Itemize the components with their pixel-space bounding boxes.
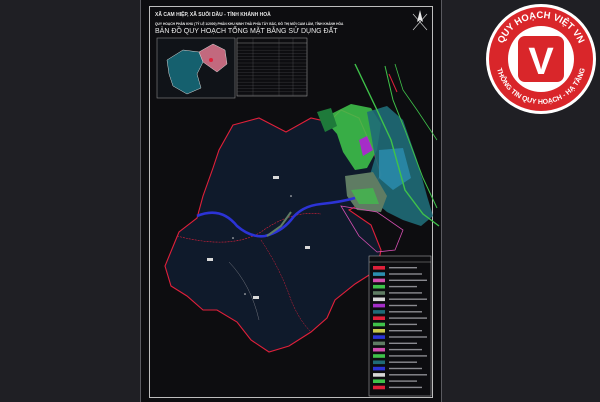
legend-label-line — [389, 304, 417, 307]
legend-label-line — [389, 355, 427, 357]
legend-swatch — [373, 385, 385, 390]
legend-label-line — [389, 336, 427, 338]
legend-swatch — [373, 335, 385, 339]
legend-swatch — [373, 341, 385, 346]
logo-letter: V — [528, 41, 554, 83]
legend-swatch — [373, 297, 385, 302]
legend-label-line — [389, 386, 422, 389]
legend-label-line — [389, 273, 422, 275]
legend-swatch — [373, 272, 385, 276]
place-marker — [273, 176, 279, 179]
legend-swatch — [373, 329, 385, 333]
place-marker — [207, 258, 213, 261]
legend-label-line — [389, 342, 417, 344]
quy-hoach-viet-logo: QUY HOẠCH VIỆT VN THÔNG TIN QUY HOẠCH - … — [486, 4, 596, 114]
legend-swatch — [373, 322, 385, 327]
legend-label-line — [389, 330, 422, 332]
legend-swatch — [373, 373, 385, 377]
legend-swatch — [373, 278, 385, 283]
legend-swatch — [373, 354, 385, 358]
legend-label-line — [389, 285, 417, 288]
legend-label-line — [389, 380, 417, 382]
legend-swatch — [373, 379, 385, 383]
legend-swatch — [373, 347, 385, 352]
location-inset-map — [156, 37, 236, 99]
legend-label-line — [389, 267, 417, 269]
legend-swatch — [373, 303, 385, 308]
land-use-map — [156, 10, 440, 397]
legend-swatch — [373, 310, 385, 314]
legend-swatch — [373, 316, 385, 320]
legend-label-line — [389, 317, 427, 319]
legend-label-line — [389, 374, 427, 376]
legend-swatch — [373, 266, 385, 270]
legend-label-line — [389, 323, 417, 326]
legend-swatch — [373, 284, 385, 289]
legend-label-line — [389, 279, 427, 281]
legend-label-line — [389, 311, 422, 313]
place-marker — [253, 296, 259, 299]
legend-swatch — [373, 291, 385, 295]
map-sheet: XÃ CAM HIỆP, XÃ SUỐI DẦU - TỈNH KHÁNH HO… — [140, 0, 442, 402]
legend-label-line — [389, 292, 422, 294]
legend-label-line — [389, 367, 422, 370]
legend-swatch — [373, 360, 385, 365]
north-arrow-icon — [412, 10, 428, 31]
legend-swatch — [373, 366, 385, 371]
place-marker — [305, 246, 310, 249]
legend-label-line — [389, 298, 427, 300]
legend-label-line — [389, 348, 422, 351]
legend-label-line — [389, 361, 417, 363]
statistics-table — [236, 37, 308, 97]
map-legend — [368, 255, 432, 397]
